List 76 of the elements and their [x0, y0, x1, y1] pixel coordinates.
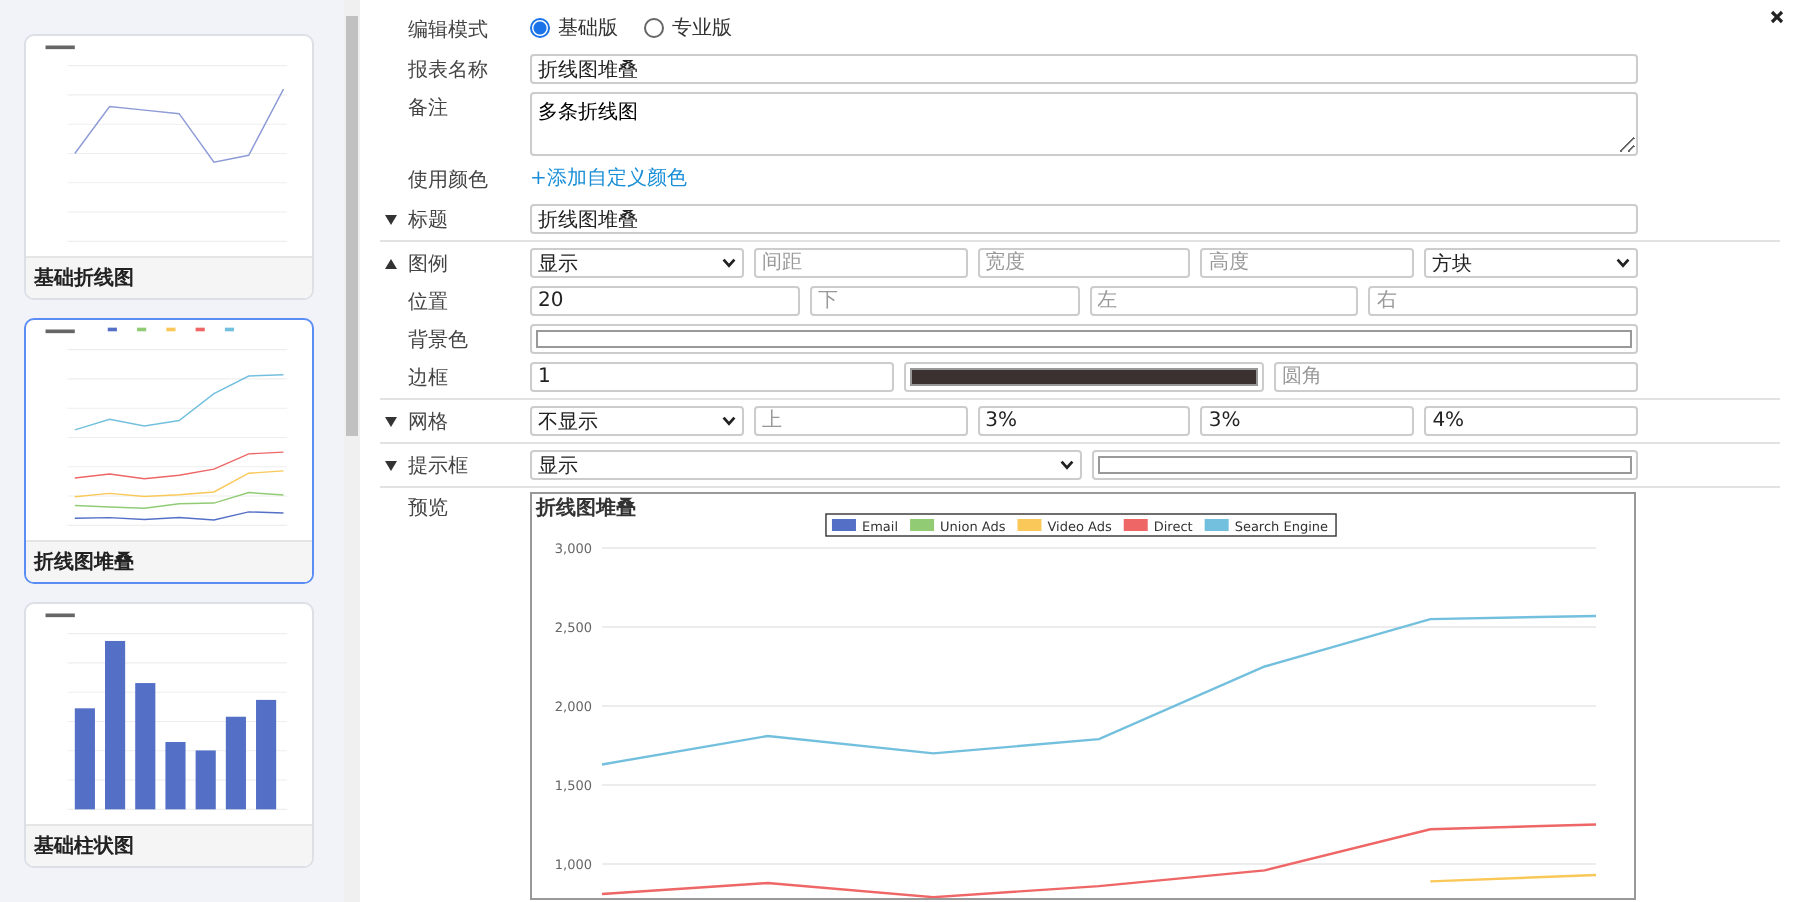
text-field[interactable]: 折线图堆叠 — [530, 204, 1638, 234]
legend-swatch — [831, 519, 856, 531]
text-field[interactable]: 下 — [809, 286, 1079, 316]
legend-swatch — [1017, 519, 1042, 531]
field-label: 背景色 — [408, 327, 468, 353]
radio-button[interactable] — [530, 18, 550, 38]
field-label: 位置 — [408, 289, 448, 315]
title-placeholder — [45, 45, 75, 50]
dropdown[interactable]: 不显示 — [530, 406, 744, 436]
text-field[interactable]: 圆角 — [1274, 362, 1638, 392]
chevron-down-icon — [1615, 258, 1630, 268]
triangle-down-icon[interactable] — [384, 415, 398, 427]
text-field[interactable]: 宽度 — [977, 248, 1191, 278]
triangle-up-icon[interactable] — [384, 257, 398, 269]
text-area[interactable]: 多条折线图 — [530, 92, 1638, 156]
chart-bar — [256, 699, 277, 810]
text-field[interactable]: 折线图堆叠 — [530, 54, 1638, 84]
color-picker[interactable] — [1091, 450, 1638, 480]
legend-swatch — [224, 327, 235, 332]
legend-swatch — [137, 327, 147, 332]
field-label: 报表名称 — [408, 57, 488, 83]
radio-label[interactable]: 专业版 — [672, 14, 732, 42]
dropdown[interactable]: 显示 — [530, 450, 1081, 480]
field-label: 网格 — [408, 409, 448, 435]
radio-button[interactable] — [644, 18, 664, 38]
legend-swatch — [1123, 519, 1148, 531]
chart-bar — [225, 716, 246, 810]
text-field[interactable]: 3% — [977, 406, 1191, 436]
chart-title: 折线图堆叠 — [536, 498, 636, 520]
chart-bar — [135, 683, 156, 810]
chevron-down-icon — [721, 258, 736, 268]
text-field[interactable]: 20 — [530, 286, 800, 316]
text-field[interactable]: 上 — [753, 406, 968, 436]
card-title: 折线图堆叠 — [34, 549, 134, 576]
field-label: 预览 — [408, 495, 448, 521]
scrollbar[interactable] — [344, 0, 360, 902]
field-label: 边框 — [408, 365, 448, 391]
close-icon[interactable] — [1770, 10, 1784, 24]
legend-swatch — [166, 327, 176, 332]
chevron-down-icon — [721, 416, 736, 426]
text-field[interactable]: 间距 — [753, 248, 968, 278]
text-field[interactable]: 4% — [1424, 406, 1638, 436]
text-field[interactable]: 左 — [1089, 286, 1359, 316]
legend-swatch — [107, 327, 117, 332]
legend-swatch — [910, 519, 935, 531]
color-picker[interactable] — [904, 362, 1264, 392]
card-title: 基础折线图 — [34, 265, 134, 292]
chart-card[interactable]: 基础折线图 — [24, 34, 314, 300]
chart-bar — [195, 750, 216, 810]
chart-bar — [74, 708, 95, 810]
field-label: 提示框 — [408, 453, 468, 479]
color-picker[interactable] — [530, 324, 1638, 354]
title-placeholder — [45, 329, 75, 334]
card-title: 基础柱状图 — [34, 833, 134, 860]
radio-label[interactable]: 基础版 — [558, 14, 618, 42]
text-field[interactable]: 右 — [1368, 286, 1638, 316]
chart-bar — [165, 742, 186, 810]
field-label: 使用颜色 — [408, 167, 488, 193]
text-field[interactable]: 3% — [1200, 406, 1415, 436]
legend-swatch — [1204, 519, 1229, 531]
chart-card[interactable]: 基础柱状图 — [24, 602, 314, 868]
dropdown[interactable]: 显示 — [530, 248, 744, 278]
text-field[interactable]: 高度 — [1200, 248, 1415, 278]
title-placeholder — [45, 613, 75, 618]
triangle-down-icon[interactable] — [384, 459, 398, 471]
text-field[interactable]: 1 — [530, 362, 894, 392]
field-label: 图例 — [408, 251, 448, 277]
legend-swatch — [195, 327, 205, 332]
field-label: 标题 — [408, 207, 448, 233]
chevron-down-icon — [1059, 460, 1073, 470]
field-label: 编辑模式 — [408, 17, 488, 43]
triangle-down-icon[interactable] — [384, 213, 398, 225]
dropdown[interactable]: 方块 — [1424, 248, 1638, 278]
chart-card[interactable]: 折线图堆叠 — [24, 318, 314, 584]
field-label: 备注 — [408, 95, 448, 121]
add-color-link[interactable]: +添加自定义颜色 — [530, 164, 687, 192]
